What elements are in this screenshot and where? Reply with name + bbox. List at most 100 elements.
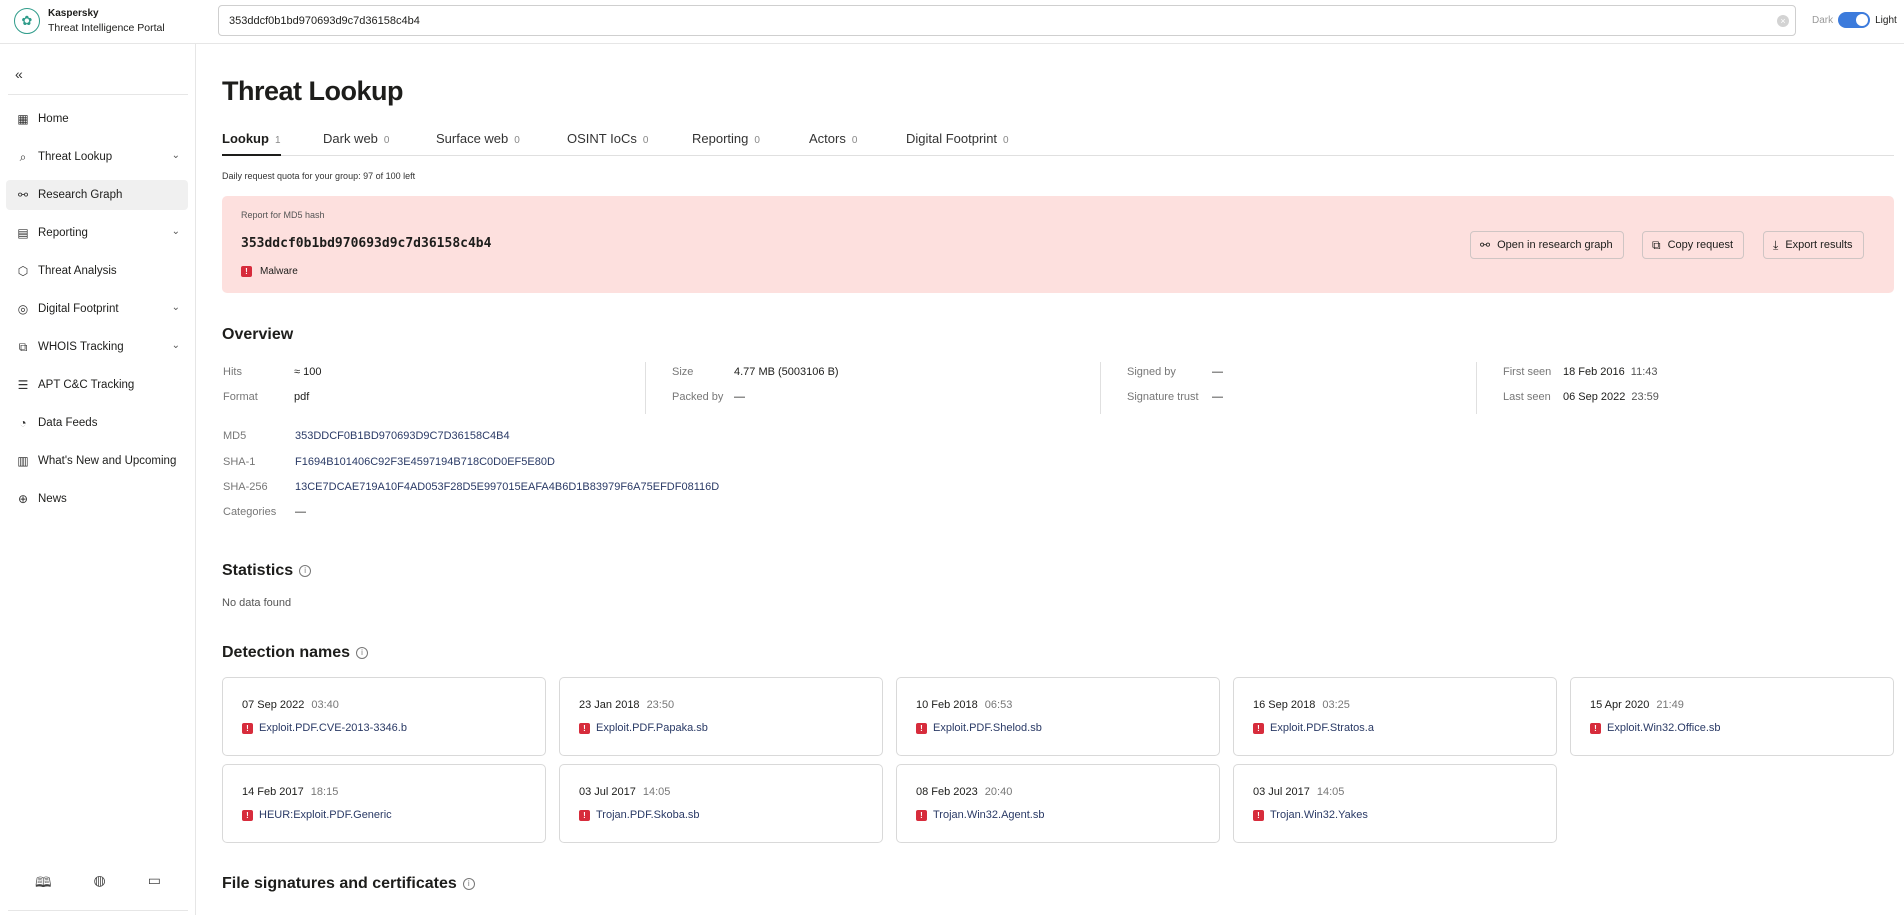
whois-icon: ⧉: [18, 339, 28, 354]
chevron-down-icon[interactable]: ⌄: [172, 302, 180, 313]
detection-card: 16 Sep 2018 03:25 ! Exploit.PDF.Stratos.a: [1233, 677, 1557, 756]
detection-date-value: 08 Feb 2023: [916, 786, 978, 798]
detection-names-title: Detection names i: [222, 644, 369, 662]
detection-date: 03 Jul 2017 14:05: [579, 786, 670, 798]
detection-date: 23 Jan 2018 23:50: [579, 699, 674, 711]
chevron-down-icon[interactable]: ⌄: [172, 340, 180, 351]
detection-name[interactable]: ! Exploit.PDF.Shelod.sb: [916, 722, 1042, 734]
tab-actors[interactable]: Actors 0: [809, 131, 857, 156]
globe-icon: ⊕: [17, 492, 29, 506]
detection-card: 03 Jul 2017 14:05 ! Trojan.Win32.Yakes: [1233, 764, 1557, 843]
sidebar-item-label: Reporting: [38, 227, 88, 239]
tab-count: 0: [754, 135, 760, 146]
detection-date: 03 Jul 2017 14:05: [1253, 786, 1344, 798]
sha256-label: SHA-256: [223, 481, 268, 493]
detection-name[interactable]: ! Trojan.Win32.Yakes: [1253, 809, 1368, 821]
clear-search-icon[interactable]: ×: [1777, 15, 1789, 27]
size-value: 4.77 MB (5003106 B): [734, 366, 839, 378]
search-icon: ⌕: [19, 149, 27, 164]
tab-count: 0: [851, 135, 858, 146]
signed-by-label: Signed by: [1127, 366, 1176, 378]
support-icon[interactable]: ◍: [94, 872, 106, 896]
detection-name[interactable]: ! Exploit.PDF.Papaka.sb: [579, 722, 708, 734]
chat-icon[interactable]: ▭: [148, 872, 161, 896]
theme-light-label: Light: [1875, 14, 1897, 26]
sidebar-item-threat-analysis[interactable]: ⬡ Threat Analysis: [6, 256, 188, 286]
sidebar-item-home[interactable]: ▦ Home: [6, 104, 188, 134]
tab-osint-iocs[interactable]: OSINT IoCs 0: [567, 131, 648, 156]
sha256-value[interactable]: 13CE7DCAE719A10F4AD053F28D5E997015EAFA4B…: [295, 481, 719, 493]
detection-card: 07 Sep 2022 03:40 ! Exploit.PDF.CVE-2013-3…: [222, 677, 546, 756]
open-research-graph-button[interactable]: ⚯ Open in research graph: [1470, 231, 1624, 259]
malware-warning-icon: !: [242, 722, 253, 734]
sidebar-item-whois-tracking[interactable]: ⧉ WHOIS Tracking ⌄: [6, 332, 188, 362]
kaspersky-logo[interactable]: ✿ Kaspersky Threat Intelligence Portal: [14, 7, 165, 35]
tab-count: 1: [274, 135, 281, 146]
report-label: Report for MD5 hash: [241, 210, 325, 220]
packed-by-value: —: [734, 391, 745, 403]
sidebar-item-label: News: [38, 493, 67, 505]
theme-dark-label: Dark: [1812, 14, 1834, 26]
detection-card: 23 Jan 2018 23:50 ! Exploit.PDF.Papaka.sb: [559, 677, 883, 756]
detection-card: 10 Feb 2018 06:53 ! Exploit.PDF.Shelod.sb: [896, 677, 1220, 756]
detection-name[interactable]: ! HEUR:Exploit.PDF.Generic: [242, 809, 392, 821]
collapse-sidebar-icon[interactable]: «: [15, 66, 23, 82]
product-name: Threat Intelligence Portal: [48, 22, 165, 34]
info-icon[interactable]: i: [462, 878, 475, 890]
feed-icon: ◔: [19, 416, 27, 430]
detection-date-value: 14 Feb 2017: [242, 786, 304, 798]
malware-warning-icon: !: [1590, 722, 1601, 734]
chevron-down-icon[interactable]: ⌄: [172, 150, 180, 161]
detection-name[interactable]: ! Exploit.PDF.CVE-2013-3346.b: [242, 722, 407, 734]
tab-label: Surface web: [436, 131, 509, 146]
export-results-button[interactable]: ⤓ Export results: [1763, 231, 1864, 259]
chevron-down-icon[interactable]: ⌄: [172, 226, 180, 237]
sidebar-item-research-graph[interactable]: ⚯ Research Graph: [6, 180, 188, 210]
detection-name[interactable]: ! Trojan.Win32.Agent.sb: [916, 809, 1044, 821]
tab-digital-footprint[interactable]: Digital Footprint 0: [906, 131, 1009, 156]
sidebar-item-news[interactable]: ⊕ News: [6, 484, 188, 514]
tab-dark-web[interactable]: Dark web 0: [323, 131, 389, 156]
overview-divider: [1100, 362, 1101, 414]
md5-value[interactable]: 353DDCF0B1BD970693D9C7D36158C4B4: [295, 430, 510, 442]
sidebar-item-digital-footprint[interactable]: ◎ Digital Footprint ⌄: [6, 294, 188, 324]
detection-name-text: Exploit.PDF.Stratos.a: [1270, 722, 1374, 734]
malware-warning-icon: !: [241, 266, 252, 277]
last-seen-label: Last seen: [1503, 391, 1551, 403]
info-icon[interactable]: i: [356, 647, 369, 659]
brand-name: Kaspersky: [48, 8, 99, 19]
detection-name[interactable]: ! Exploit.Win32.Office.sb: [1590, 722, 1721, 734]
copy-request-button[interactable]: ⧉ Copy request: [1642, 231, 1745, 259]
sidebar-item-threat-lookup[interactable]: ⌕ Threat Lookup ⌄: [6, 142, 188, 172]
graph-icon: ⚯: [1480, 238, 1491, 252]
sidebar-item-reporting[interactable]: ▤ Reporting ⌄: [6, 218, 188, 248]
detection-names-title-text: Detection names: [222, 644, 351, 661]
sha1-value[interactable]: F1694B101406C92F3E4597194B718C0D0EF5E80D: [295, 456, 555, 468]
sidebar-item-whats-new[interactable]: ▥ What's New and Upcoming: [6, 446, 188, 476]
book-icon[interactable]: 🕮: [35, 872, 52, 896]
signature-trust-label: Signature trust: [1127, 391, 1199, 403]
cube-icon: ⬡: [17, 264, 29, 278]
sidebar-item-label: APT C&C Tracking: [38, 379, 135, 391]
detection-card: 15 Apr 2020 21:49 ! Exploit.Win32.Office.s…: [1570, 677, 1894, 756]
detection-card: 14 Feb 2017 18:15 ! HEUR:Exploit.PDF.Gener…: [222, 764, 546, 843]
first-seen-value: 18 Feb 2016 11:43: [1563, 366, 1658, 378]
detection-name[interactable]: ! Trojan.PDF.Skoba.sb: [579, 809, 700, 821]
button-label: Export results: [1785, 239, 1853, 251]
tab-reporting[interactable]: Reporting 0: [692, 131, 760, 156]
search-input[interactable]: [219, 6, 1795, 35]
overview-divider: [1476, 362, 1477, 414]
malware-warning-icon: !: [579, 722, 590, 734]
tab-lookup[interactable]: Lookup 1: [222, 131, 281, 156]
report-hash: 353ddcf0b1bd970693d9c7d36158c4b4: [241, 236, 492, 251]
tab-count: 0: [383, 135, 390, 146]
tab-surface-web[interactable]: Surface web 0: [436, 131, 520, 156]
sidebar-item-label: Data Feeds: [38, 417, 98, 429]
sidebar-item-data-feeds[interactable]: ◔ Data Feeds: [6, 408, 188, 438]
copy-icon: ⧉: [1652, 237, 1661, 252]
detection-name[interactable]: ! Exploit.PDF.Stratos.a: [1253, 722, 1374, 734]
theme-toggle[interactable]: [1838, 12, 1871, 28]
statistics-title-text: Statistics: [222, 562, 294, 579]
info-icon[interactable]: i: [299, 565, 312, 577]
sidebar-item-apt-cc-tracking[interactable]: ☰ APT C&C Tracking: [6, 370, 188, 400]
